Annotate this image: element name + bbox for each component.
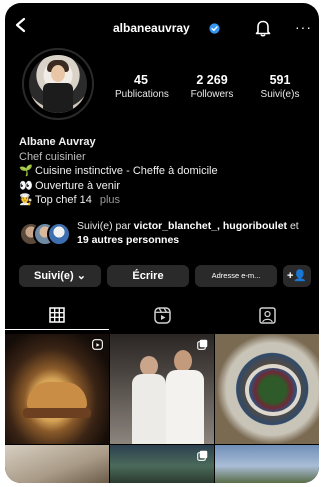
mutual-others-count: 19 autres personnes — [77, 233, 180, 246]
stat-following[interactable]: 591 Suivi(e)s — [251, 73, 309, 100]
grid-icon — [49, 307, 65, 323]
mutual-avatar-3 — [47, 222, 71, 246]
stat-following-value: 591 — [269, 73, 291, 87]
message-button[interactable]: Écrire — [107, 265, 189, 287]
mutual-followers-text: Suivi(e) par victor_blanchet_, hugoribou… — [77, 220, 299, 246]
profile-actions: Suivi(e) ⌄ Écrire Adresse e-m... +👤 — [19, 265, 311, 289]
post-thumbnail-6[interactable] — [215, 445, 319, 483]
email-button[interactable]: Adresse e-m... — [195, 265, 277, 287]
post-thumbnail-4[interactable] — [5, 445, 109, 483]
bio-line-3-text: Top chef 14 — [35, 194, 92, 206]
tab-grid[interactable] — [5, 300, 109, 330]
bio-line-1-text: Cuisine instinctive - Cheffe à domicile — [35, 165, 218, 177]
bio-line-2-text: Ouverture à venir — [35, 179, 120, 192]
active-tab-indicator — [5, 328, 109, 330]
stat-publications[interactable]: 45 Publications — [115, 73, 169, 100]
stat-following-label: Suivi(e)s — [260, 89, 300, 100]
verified-badge-icon — [209, 23, 220, 34]
tagged-icon — [258, 306, 276, 324]
chef-icon: 🧑‍🍳 — [19, 194, 33, 206]
profile-name: Albane Auvray — [19, 136, 96, 148]
bell-icon[interactable] — [255, 19, 271, 37]
reel-badge-icon — [92, 339, 103, 350]
profile-category: Chef cuisinier — [19, 150, 86, 163]
mutual-followers[interactable]: Suivi(e) par victor_blanchet_, hugoribou… — [19, 220, 311, 250]
tab-tagged[interactable] — [215, 300, 319, 330]
stat-publications-value: 45 — [134, 73, 148, 87]
profile-bio: Albane Auvray Chef cuisinier 🌱 Cuisine in… — [19, 135, 309, 208]
seedling-icon: 🌱 — [19, 165, 33, 177]
stat-publications-label: Publications — [115, 89, 169, 100]
tab-reels[interactable] — [110, 300, 214, 330]
add-user-button[interactable]: +👤 — [283, 265, 311, 287]
bio-line-1: 🌱 Cuisine instinctive - Cheffe à domicile — [19, 164, 309, 179]
avatar-image — [29, 55, 87, 113]
bio-more-link[interactable]: plus — [100, 194, 120, 206]
post-thumbnail-1[interactable] — [5, 334, 109, 444]
stat-followers[interactable]: 2 269 Followers — [186, 73, 238, 100]
more-dots-icon[interactable]: ··· — [295, 19, 312, 35]
bio-line-2: 👀 Ouverture à venir — [19, 179, 309, 194]
carousel-badge-icon — [197, 450, 208, 461]
stat-followers-label: Followers — [190, 89, 234, 100]
chevron-left-icon[interactable] — [13, 16, 29, 34]
stat-followers-value: 2 269 — [196, 73, 228, 87]
instagram-profile-screen: albaneauvray ··· 45 Publications 2 269 F… — [5, 3, 319, 483]
post-thumbnail-2[interactable] — [110, 334, 214, 444]
profile-avatar[interactable] — [22, 48, 94, 120]
following-button[interactable]: Suivi(e) ⌄ — [19, 265, 101, 287]
post-thumbnail-5[interactable] — [110, 445, 214, 483]
mutual-follower-names: victor_blanchet_, hugoriboulet — [133, 220, 288, 232]
eyes-icon: 👀 — [19, 179, 33, 192]
carousel-badge-icon — [197, 339, 208, 350]
profile-username: albaneauvray — [113, 21, 190, 35]
reels-icon — [153, 306, 171, 324]
top-bar: albaneauvray ··· — [5, 3, 319, 47]
posts-grid — [5, 334, 319, 483]
profile-tabs — [5, 300, 319, 332]
post-thumbnail-3[interactable] — [215, 334, 319, 444]
bio-line-3: 🧑‍🍳 Top chef 14 plus — [19, 193, 309, 208]
